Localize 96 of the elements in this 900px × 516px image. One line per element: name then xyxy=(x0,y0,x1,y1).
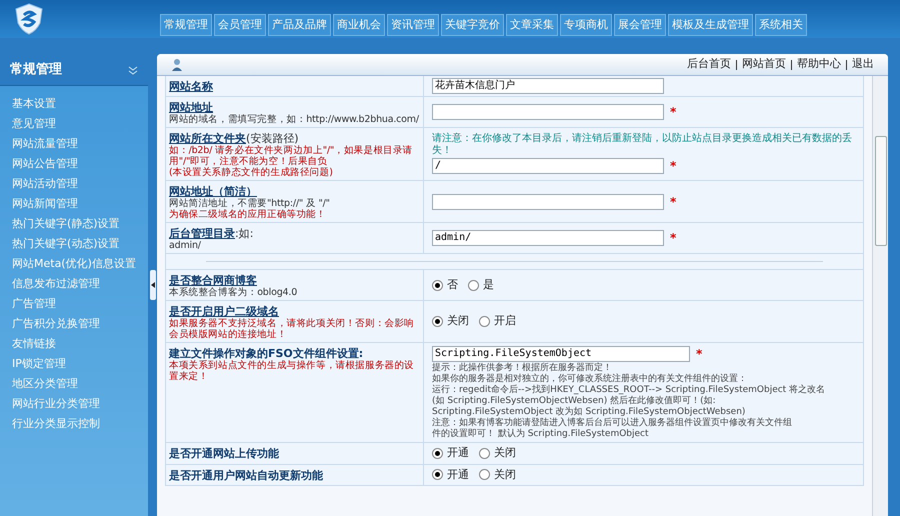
sidebar-title: 常规管理 xyxy=(10,60,62,79)
setting-label: 是否开通用户网站自动更新功能 xyxy=(169,468,323,482)
sidebar-item[interactable]: 网站活动管理 xyxy=(12,174,148,194)
hint-text: 件的设置即可！ 默认为 Scripting.FileSystemObject xyxy=(432,429,650,440)
radio-option[interactable]: 关闭 xyxy=(479,466,516,483)
sidebar-toggle-handle[interactable] xyxy=(150,270,156,300)
nav-tab[interactable]: 展会管理 xyxy=(614,14,666,36)
setting-label: 建立文件操作对象的FSO文件组件设置: xyxy=(169,347,364,360)
setting-description: 网站简洁地址，不需要"http://" 及 "/" xyxy=(169,198,331,209)
setting-label[interactable]: 网站地址（简洁） xyxy=(169,185,257,198)
radio-button[interactable] xyxy=(432,448,443,459)
hint-text: (如 Scripting.FileSystemObjectWebsen) 然后在此修改值即可！(如: xyxy=(432,396,717,406)
input-field[interactable]: 花卉苗木信息门户 xyxy=(432,78,664,94)
sidebar-item[interactable]: 地区分类管理 xyxy=(12,374,148,394)
sidebar-item[interactable]: 广告管理 xyxy=(12,294,148,314)
input-field[interactable] xyxy=(432,194,664,210)
setting-label[interactable]: 是否开启用户二级域名 xyxy=(169,305,279,318)
setting-description: (本设置关系静态文件的生成路径问题) xyxy=(169,167,334,178)
nav-tab[interactable]: 资讯管理 xyxy=(387,14,439,36)
nav-tab[interactable]: 商业机会 xyxy=(333,14,385,36)
setting-description: 本系统整合博客为：oblog4.0 xyxy=(169,287,298,298)
setting-description: 如果服务器不支持泛域名，请将此项关闭！否则：会影响会员模版网站的连接地址！ xyxy=(169,318,416,340)
nav-tab[interactable]: 常规管理 xyxy=(160,14,212,36)
nav-tab[interactable]: 系统相关 xyxy=(755,14,807,36)
nav-tab[interactable]: 产品及品牌 xyxy=(268,14,331,36)
setting-description: admin/ xyxy=(169,240,202,251)
radio-button[interactable] xyxy=(432,469,443,480)
sidebar-item[interactable]: 网站公告管理 xyxy=(12,154,148,174)
sidebar-item[interactable]: 网站新闻管理 xyxy=(12,194,148,214)
setting-label[interactable]: 网站名称 xyxy=(169,80,213,93)
sidebar-item[interactable]: 信息发布过滤管理 xyxy=(12,274,148,294)
top-link[interactable]: 退出 xyxy=(852,56,874,73)
setting-label[interactable]: 网站地址 xyxy=(169,101,213,114)
radio-button[interactable] xyxy=(479,316,490,327)
hint-text: 如果你的服务器是相对独立的，你可修改系统注册表中的有关文件组件的设置： xyxy=(432,374,748,384)
required-mark: * xyxy=(670,230,676,247)
nav-tab[interactable]: 文章采集 xyxy=(506,14,558,36)
setting-description: 网站的域名，需填写完整，如：http://www.b2bhua.com/ xyxy=(169,114,420,125)
radio-option[interactable]: 关闭 xyxy=(432,313,469,330)
radio-button[interactable] xyxy=(479,469,490,480)
setting-label: 是否开通网站上传功能 xyxy=(169,447,279,460)
nav-tab[interactable]: 会员管理 xyxy=(214,14,266,36)
sidebar-item[interactable]: 网站Meta(优化)信息设置 xyxy=(12,254,148,274)
radio-option[interactable]: 开通 xyxy=(432,445,469,462)
top-link[interactable]: 网站首页 xyxy=(742,56,786,73)
sidebar-item[interactable]: 热门关键字(动态)设置 xyxy=(12,234,148,254)
shield-logo-icon xyxy=(14,3,44,35)
top-link[interactable]: 后台首页 xyxy=(687,56,731,73)
scrollbar-thumb[interactable] xyxy=(874,136,886,246)
collapse-chevron-icon[interactable] xyxy=(128,64,138,74)
hint-text: Scripting.FileSystemObject 改为如 Scripting.FileSystemObjectWebsen) xyxy=(432,407,746,418)
label-note: :如: xyxy=(235,227,254,240)
setting-description: 为确保二级域名的应用正确等功能！ xyxy=(169,209,327,220)
notice-text: 请注意：在你修改了本目录后，请注销后重新登陆，以防止站点目录更换造成相关已有数据的丢失！ xyxy=(432,133,853,157)
nav-tab[interactable]: 关键字竞价 xyxy=(441,14,504,36)
setting-label[interactable]: 是否整合网商博客 xyxy=(169,274,257,287)
required-mark: * xyxy=(670,104,676,121)
sidebar-item[interactable]: 基本设置 xyxy=(12,94,148,114)
radio-button[interactable] xyxy=(468,280,479,290)
radio-option[interactable]: 开通 xyxy=(432,466,469,483)
scrollbar[interactable] xyxy=(872,76,888,516)
input-field[interactable]: / xyxy=(432,158,664,174)
sidebar-item[interactable]: 网站行业分类管理 xyxy=(12,394,148,414)
sidebar-item[interactable]: 热门关键字(静态)设置 xyxy=(12,214,148,234)
sidebar-item[interactable]: 行业分类显示控制 xyxy=(12,414,148,434)
input-field[interactable]: Scripting.FileSystemObject xyxy=(432,346,690,362)
required-mark: * xyxy=(670,158,676,175)
triangle-left-icon xyxy=(150,282,154,288)
input-field[interactable]: admin/ xyxy=(432,230,664,246)
setting-description: 本项关系到站点文件的生成与操作等，请根据服务器的设置来定！ xyxy=(169,360,416,382)
setting-label[interactable]: 网站所在文件夹 xyxy=(169,132,246,145)
radio-button[interactable] xyxy=(479,448,490,459)
hint-text: 提示：此操作供参考！根据所在服务器而定！ xyxy=(432,363,613,374)
radio-option[interactable]: 否 xyxy=(432,276,458,294)
hint-text: 运行：regedit命令后-->找到HKEY_CLASSES_ROOT--> Scripting.FileSystemObject 将之改名 xyxy=(432,385,826,396)
sidebar-item[interactable]: 广告积分兑换管理 xyxy=(12,314,148,334)
required-mark: * xyxy=(696,346,702,363)
nav-tab[interactable]: 专项商机 xyxy=(560,14,612,36)
required-mark: * xyxy=(670,194,676,210)
user-icon xyxy=(171,58,183,71)
setting-description: 如：/b2b/ 请务必在文件夹两边加上"/"，如果是根目录请用"/"即可，注意不能为空！后果自负 xyxy=(169,145,414,167)
top-link[interactable]: 帮助中心 xyxy=(797,56,841,73)
nav-tab[interactable]: 模板及生成管理 xyxy=(668,14,753,36)
radio-button[interactable] xyxy=(432,280,443,290)
sidebar-item[interactable]: IP锁定管理 xyxy=(12,354,148,374)
radio-option[interactable]: 关闭 xyxy=(479,445,516,462)
radio-option[interactable]: 是 xyxy=(468,276,494,294)
label-note: (安装路径) xyxy=(246,132,299,145)
sidebar-item[interactable]: 网站流量管理 xyxy=(12,134,148,154)
sidebar-item[interactable]: 意见管理 xyxy=(12,114,148,134)
radio-button[interactable] xyxy=(432,316,443,327)
radio-option[interactable]: 开启 xyxy=(479,313,516,330)
input-field[interactable] xyxy=(432,104,664,120)
hint-text: 注意：如果有博客功能请登陆进入博客后台后可以进入服务器组件设置页中修改有关文件组 xyxy=(432,418,793,428)
sidebar-item[interactable]: 友情链接 xyxy=(12,334,148,354)
setting-label[interactable]: 后台管理目录 xyxy=(169,227,235,240)
